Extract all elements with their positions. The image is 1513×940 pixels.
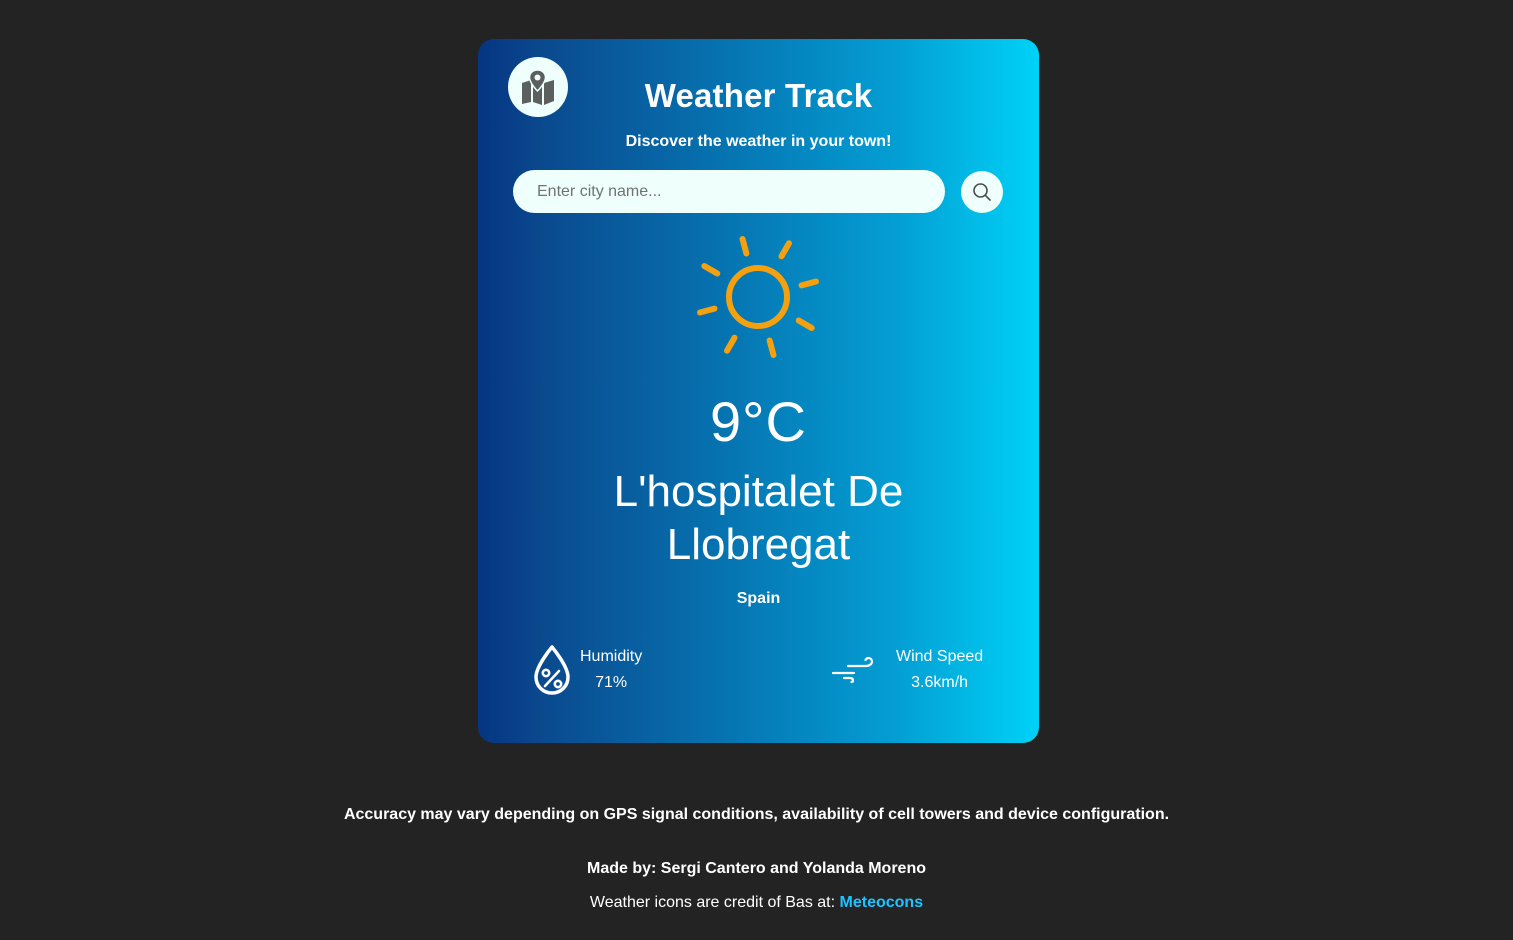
app-subtitle: Discover the weather in your town! — [625, 133, 892, 150]
city-name-line-1: L'hospitalet De — [613, 467, 904, 516]
weather-card: Weather Track Discover the weather in yo… — [478, 39, 1039, 743]
meteocons-link[interactable]: Meteocons — [840, 894, 924, 911]
icon-credit: Weather icons are credit of Bas at: Mete… — [0, 894, 1513, 912]
icon-credit-text: Weather icons are credit of Bas at: — [589, 894, 840, 911]
wind-label: Wind Speed — [896, 648, 984, 665]
humidity-stat: Humidity 71% — [530, 644, 642, 696]
wind-icon — [831, 656, 874, 684]
wind-value: 3.6km/h — [911, 674, 969, 691]
made-by: Made by: Sergi Cantero and Yolanda Moren… — [586, 860, 926, 877]
sun-icon — [697, 236, 819, 358]
humidity-value: 71% — [595, 674, 628, 691]
temperature: 9°C — [710, 390, 807, 453]
search-button[interactable] — [961, 171, 1003, 213]
search-icon — [973, 183, 991, 201]
country-name: Spain — [736, 590, 781, 607]
wind-stat: Wind Speed 3.6km/h — [830, 644, 983, 696]
city-name: L'hospitalet De Llobregat — [538, 465, 979, 571]
humidity-icon — [534, 645, 570, 695]
city-search-input[interactable] — [513, 170, 945, 213]
app-title: Weather Track — [644, 77, 873, 114]
city-name-line-2: Llobregat — [666, 520, 851, 569]
humidity-label: Humidity — [580, 648, 643, 665]
accuracy-note: Accuracy may vary depending on GPS signa… — [343, 806, 1170, 823]
